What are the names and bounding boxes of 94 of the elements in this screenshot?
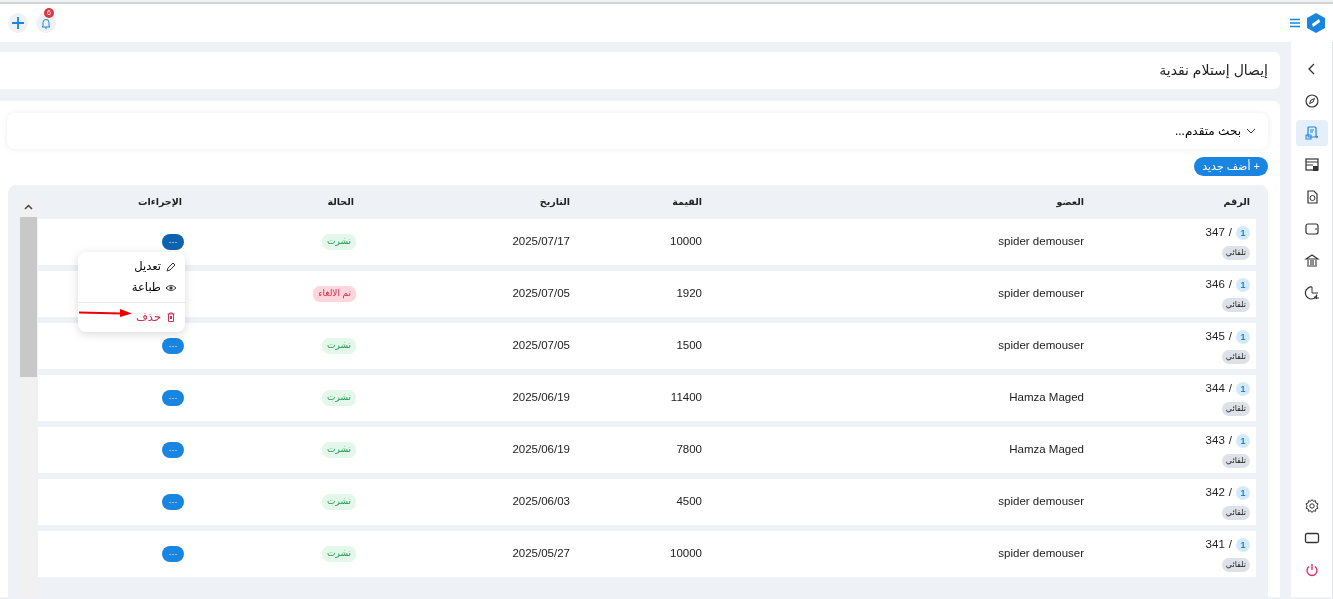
separator: / [1228, 329, 1232, 345]
amount: 7800 [675, 442, 703, 458]
date: 2025/07/05 [511, 338, 571, 354]
date: 2025/06/19 [511, 390, 571, 406]
column-header: العضو [1055, 194, 1085, 210]
wallet-icon [1303, 221, 1320, 237]
status-tag: نشرت [322, 234, 356, 250]
menu-item[interactable]: تعديل [78, 256, 185, 278]
status-tag: نشرت [322, 494, 356, 510]
separator: / [1228, 277, 1232, 293]
status-tag: نشرت [322, 390, 356, 406]
receipt-number: 347 [1205, 225, 1225, 241]
separator: / [1228, 433, 1232, 449]
separator: / [1228, 381, 1232, 397]
date: 2025/05/27 [511, 546, 571, 562]
receipt-number: 346 [1205, 277, 1225, 293]
status-tag: نشرت [322, 546, 356, 562]
tag: تلقائي [1221, 505, 1250, 520]
status-tag: نشرت [322, 442, 356, 458]
column-header: الحالة [326, 194, 355, 209]
separator: / [1228, 485, 1232, 501]
member-name: Hamza Maged [1008, 442, 1085, 458]
tag: تلقائي [1221, 245, 1250, 260]
copy-count: 1 [1236, 330, 1250, 344]
receipt-number: 342 [1205, 485, 1225, 501]
receipt-icon [1303, 125, 1320, 141]
receipt-number: 341 [1205, 537, 1225, 553]
member-name: spider demouser [997, 286, 1085, 302]
amount: 1920 [675, 286, 703, 302]
page-title: إيصال إستلام نقدية [1159, 61, 1268, 80]
amount: 10000 [669, 234, 703, 250]
column-header: القيمة [671, 194, 703, 209]
member-name: spider demouser [997, 494, 1085, 510]
member-name: spider demouser [997, 546, 1085, 562]
amount: 10000 [669, 546, 703, 562]
tag: تلقائي [1221, 297, 1250, 312]
actions-button[interactable]: ··· [162, 546, 184, 562]
actions-button[interactable]: ··· [162, 442, 184, 458]
copy-count: 1 [1236, 382, 1250, 396]
actions-button[interactable]: ··· [162, 338, 184, 354]
receipt-number: 344 [1205, 381, 1225, 397]
copy-count: 1 [1236, 538, 1250, 552]
tag: تلقائي [1221, 453, 1250, 468]
pointer-arrow [78, 308, 134, 318]
amount: 4500 [675, 494, 703, 510]
copy-count: 1 [1236, 486, 1250, 500]
amount: 1500 [675, 338, 703, 354]
copy-count: 1 [1236, 434, 1250, 448]
bank-icon [1303, 253, 1320, 269]
date: 2025/07/17 [511, 234, 571, 250]
menu-item[interactable]: طباعة [78, 277, 185, 299]
compass-icon [1303, 93, 1320, 109]
logo-icon [1305, 12, 1327, 34]
copy-count: 1 [1236, 278, 1250, 292]
column-header: الرقم [1222, 194, 1251, 210]
member-name: Hamza Maged [1008, 390, 1085, 406]
column-header: الإجراءات [137, 194, 183, 209]
actions-button[interactable]: ··· [162, 390, 184, 406]
tag: تلقائي [1221, 557, 1250, 572]
add-button[interactable] [8, 13, 28, 33]
scrollbar-thumb[interactable] [20, 217, 37, 377]
status-tag: نشرت [322, 338, 356, 354]
column-header: التاريخ [538, 194, 571, 210]
pencil-icon [165, 260, 177, 273]
date: 2025/06/19 [511, 442, 571, 458]
receipt-number: 343 [1205, 433, 1225, 449]
advanced-search-toggle[interactable]: بحث متقدم... [7, 113, 1268, 149]
store-icon [1303, 157, 1320, 173]
separator: / [1228, 537, 1232, 553]
tag: تلقائي [1221, 401, 1250, 416]
actions-button[interactable]: ··· [162, 494, 184, 510]
tag: تلقائي [1221, 349, 1250, 364]
power-icon [1303, 562, 1320, 578]
menu-icon[interactable] [1289, 18, 1301, 28]
trash-icon [165, 311, 177, 324]
notifications-button[interactable] [36, 13, 56, 33]
receipt-number: 345 [1205, 329, 1225, 345]
plus-icon [11, 16, 25, 30]
separator: / [1228, 225, 1232, 241]
scroll-up-icon [24, 204, 33, 210]
add-new-button[interactable]: + أضف جديد [1194, 157, 1268, 176]
settings-icon [1303, 498, 1320, 514]
date: 2025/06/03 [511, 494, 571, 510]
pie-chart-icon [1303, 285, 1320, 301]
scrollbar[interactable] [20, 199, 37, 597]
screen-icon [1303, 530, 1320, 546]
copy-count: 1 [1236, 226, 1250, 240]
amount: 11400 [669, 390, 703, 406]
bell-icon [40, 17, 52, 29]
date: 2025/07/05 [511, 286, 571, 302]
actions-button[interactable]: ··· [162, 234, 184, 250]
member-name: spider demouser [997, 234, 1085, 250]
member-name: spider demouser [997, 338, 1085, 354]
status-tag: تم الالغاء [313, 286, 356, 302]
